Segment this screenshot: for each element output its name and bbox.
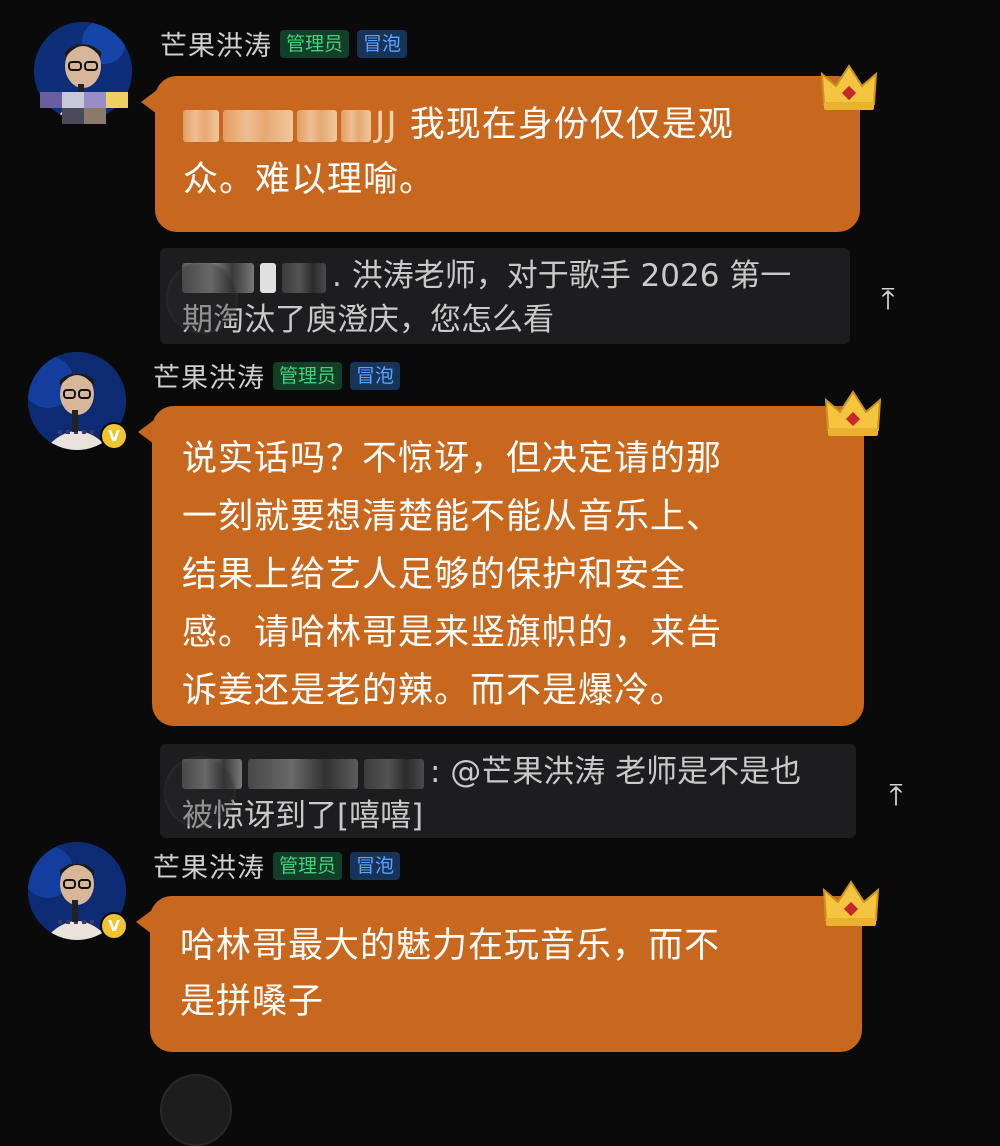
quote-line: : @芒果洪涛 老师是不是也	[182, 750, 834, 794]
message-text: 我现在身份仅仅是观	[409, 105, 734, 145]
verified-badge: V	[100, 912, 128, 940]
crown-icon	[824, 390, 882, 436]
reply-avatar	[166, 262, 238, 334]
username[interactable]: 芒果洪涛	[153, 846, 265, 885]
crown-icon	[820, 64, 878, 110]
crown-icon	[822, 880, 880, 926]
redacted-username	[364, 758, 424, 789]
avatar-blur	[40, 84, 136, 124]
redacted-username	[282, 262, 326, 293]
message-text: 是拼嗓子	[180, 982, 325, 1022]
message-header: 芒果洪涛 管理员 冒泡	[153, 846, 401, 885]
bubble-tag: 冒泡	[350, 361, 401, 390]
redacted-username	[248, 758, 358, 789]
quote-text: . 洪涛老师，对于歌手 2026 第一	[332, 258, 792, 294]
message-text: 众。难以理喻。	[183, 160, 436, 200]
username[interactable]: 芒果洪涛	[153, 356, 265, 395]
message-bubble[interactable]: 哈林哥最大的魅力在玩音乐，而不 是拼嗓子	[136, 896, 862, 1052]
redacted-mention	[223, 110, 293, 142]
quote-text: 期淘汰了庾澄庆，您怎么看	[182, 302, 554, 338]
message-header: 芒果洪涛 管理员 冒泡	[160, 24, 408, 63]
message-text: 结果上给艺人足够的保护和安全	[182, 555, 687, 595]
verified-badge: V	[100, 422, 128, 450]
admin-tag: 管理员	[273, 851, 343, 880]
message-text: 哈林哥最大的魅力在玩音乐，而不	[180, 926, 721, 966]
message-text: 诉姜还是老的辣。而不是爆冷。	[182, 671, 687, 711]
quoted-comment[interactable]: : @芒果洪涛 老师是不是也 被惊讶到了[嘻嘻]	[160, 744, 856, 838]
scroll-top-icon[interactable]: ⤒	[878, 778, 914, 814]
quote-line: . 洪涛老师，对于歌手 2026 第一	[182, 254, 828, 298]
reply-avatar	[160, 1074, 232, 1146]
mention-suffix: JJ	[375, 105, 398, 145]
message-text: 感。请哈林哥是来竖旗帜的，来告	[182, 613, 723, 653]
scroll-top-icon[interactable]: ⤒	[870, 282, 906, 318]
admin-tag: 管理员	[280, 29, 350, 58]
bubble-tag: 冒泡	[350, 851, 401, 880]
quoted-comment[interactable]: . 洪涛老师，对于歌手 2026 第一 期淘汰了庾澄庆，您怎么看	[160, 248, 850, 344]
username[interactable]: 芒果洪涛	[160, 24, 272, 63]
message-bubble[interactable]: 说实话吗？不惊讶，但决定请的那 一刻就要想清楚能不能从音乐上、 结果上给艺人足够…	[138, 406, 864, 726]
redacted-username	[260, 262, 276, 293]
redacted-mention	[183, 110, 219, 142]
message-text-line: JJ 我现在身份仅仅是观	[183, 98, 832, 153]
quote-text: 被惊讶到了[嘻嘻]	[182, 798, 424, 834]
quote-text: : @芒果洪涛 老师是不是也	[430, 754, 802, 790]
admin-tag: 管理员	[273, 361, 343, 390]
message-text: 一刻就要想清楚能不能从音乐上、	[182, 497, 723, 537]
bubble-tag: 冒泡	[357, 29, 408, 58]
redacted-mention	[297, 110, 337, 142]
message-header: 芒果洪涛 管理员 冒泡	[153, 356, 401, 395]
message-bubble[interactable]: JJ 我现在身份仅仅是观 众。难以理喻。	[141, 76, 860, 232]
message-text: 说实话吗？不惊讶，但决定请的那	[182, 439, 723, 479]
redacted-mention	[341, 110, 371, 142]
reply-avatar	[164, 756, 236, 828]
